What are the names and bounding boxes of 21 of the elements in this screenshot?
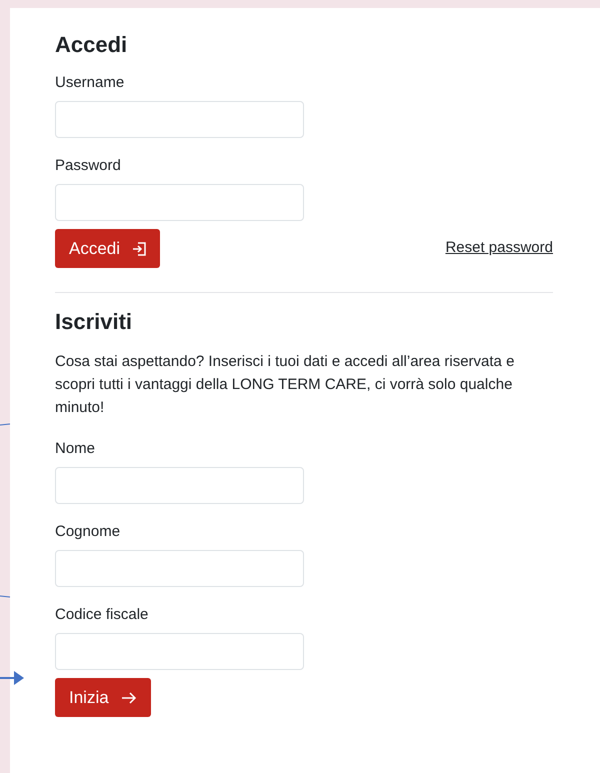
input-field[interactable]: [55, 467, 304, 504]
field-label: Nome: [55, 439, 96, 459]
arrow-icon: [120, 692, 137, 704]
reset-password-link[interactable]: Reset password: [445, 237, 553, 260]
login-icon: [132, 242, 146, 256]
annotation-line: [0, 424, 10, 426]
start-button[interactable]: Inizia: [55, 678, 151, 717]
input-field[interactable]: [55, 101, 304, 138]
annotation-arrow: [0, 671, 24, 685]
input-field[interactable]: [55, 184, 304, 221]
login-button[interactable]: Accedi: [55, 229, 160, 268]
field-label: Password: [55, 156, 122, 176]
field-label: Cognome: [55, 522, 122, 542]
section-title: Accedi: [55, 31, 128, 59]
section-title: Iscriviti: [55, 308, 134, 336]
input-field[interactable]: [55, 633, 304, 670]
field-label: Codice fiscale: [55, 605, 150, 625]
intro-text: Cosa stai aspettando? Inserisci i tuoi dati e accedi all’area riservata e scopri tutti i vantaggi della LONG TERM CARE, ci vorrà solo qualche minuto!: [55, 352, 516, 418]
input-field[interactable]: [55, 550, 304, 587]
annotation-line: [0, 596, 10, 598]
field-label: Username: [55, 73, 126, 93]
